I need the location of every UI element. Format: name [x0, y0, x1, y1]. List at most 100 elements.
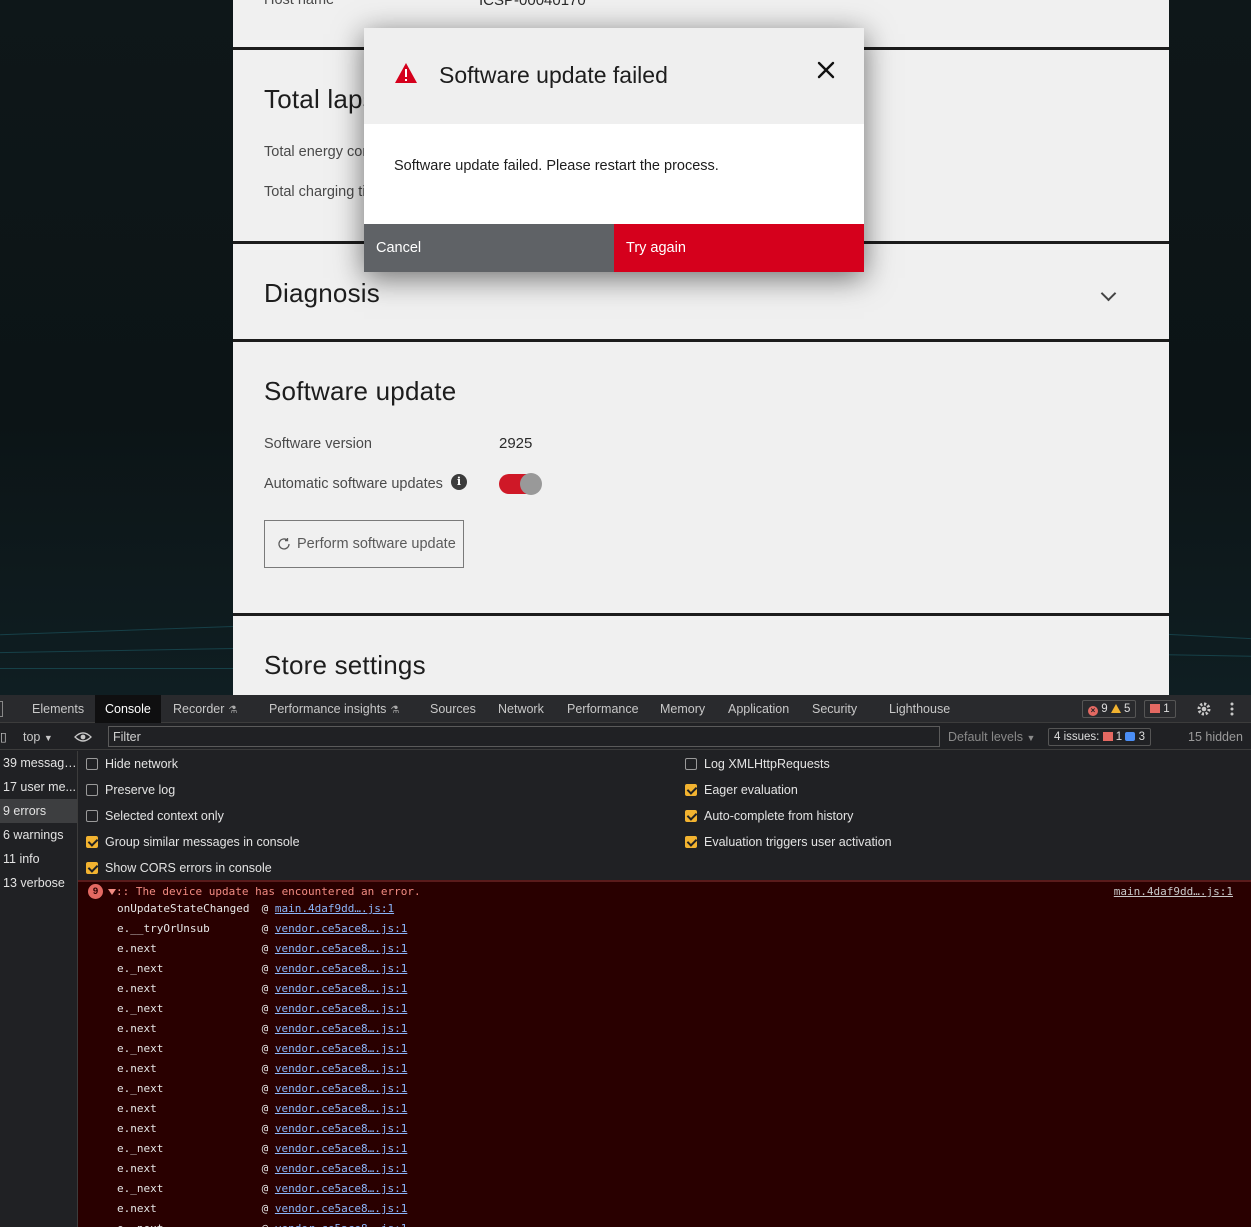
dropdown-icon: ▼ — [43, 733, 53, 743]
devtools-tab-bar: Elements Console Recorder ⚗ Performance i… — [0, 695, 1251, 723]
stack-source-link[interactable]: vendor.ce5ace8….js:1 — [275, 1022, 407, 1035]
checkbox-checked[interactable] — [685, 810, 697, 822]
inspect-element-icon[interactable] — [0, 701, 3, 717]
issue-info-icon — [1125, 732, 1136, 741]
checkbox[interactable] — [86, 784, 98, 796]
stack-separator: @ — [255, 1022, 275, 1035]
sidebar-item-messages[interactable]: 39 messages — [0, 751, 77, 775]
setting-selected-context[interactable]: Selected context only — [86, 803, 224, 829]
setting-label: Hide network — [105, 757, 178, 771]
setting-autocomplete[interactable]: Auto-complete from history — [685, 803, 853, 829]
stack-function-name: onUpdateStateChanged — [117, 902, 250, 915]
checkbox-checked[interactable] — [86, 862, 98, 874]
sidebar-item-user-messages[interactable]: 17 user me... — [0, 775, 77, 799]
stack-source-link[interactable]: vendor.ce5ace8….js:1 — [275, 962, 407, 975]
sidebar-toggle-icon[interactable]: ▯ — [0, 724, 7, 750]
tab-recorder[interactable]: Recorder ⚗ — [163, 695, 247, 723]
stack-separator: @ — [255, 1062, 275, 1075]
stack-source-link[interactable]: vendor.ce5ace8….js:1 — [275, 1002, 407, 1015]
checkbox[interactable] — [685, 758, 697, 770]
issues-counter[interactable]: 1 — [1144, 700, 1176, 718]
try-again-button[interactable]: Try again — [614, 224, 864, 272]
stack-separator: @ — [255, 1042, 275, 1055]
tab-memory[interactable]: Memory — [650, 695, 715, 723]
stack-source-link[interactable]: vendor.ce5ace8….js:1 — [275, 1082, 407, 1095]
page-viewport: Host name ICSP-00040170 Total laps Total… — [0, 0, 1251, 695]
tab-security[interactable]: Security — [802, 695, 867, 723]
more-options-icon[interactable] — [1228, 701, 1236, 717]
setting-group-similar[interactable]: Group similar messages in console — [86, 829, 300, 855]
sidebar-item-errors[interactable]: 9 errors — [0, 799, 77, 823]
checkbox[interactable] — [86, 810, 98, 822]
console-toolbar: ▯ top ▼ Default levels ▼ 4 issues: 1 3 1… — [0, 724, 1251, 750]
stack-separator: @ — [255, 962, 275, 975]
eye-icon[interactable] — [74, 731, 92, 743]
gear-icon[interactable] — [1196, 701, 1212, 717]
issues-label: 4 issues: — [1054, 731, 1100, 743]
error-warning-counter[interactable]: × 9 5 — [1082, 700, 1137, 718]
tab-performance[interactable]: Performance — [557, 695, 649, 723]
log-levels-dropdown[interactable]: Default levels ▼ — [948, 724, 1035, 750]
setting-show-cors[interactable]: Show CORS errors in console — [86, 855, 272, 881]
stack-separator: @ — [255, 1002, 275, 1015]
issues-info-count: 3 — [1138, 731, 1146, 743]
stack-source-link[interactable]: vendor.ce5ace8….js:1 — [275, 1222, 407, 1227]
stack-source-link[interactable]: vendor.ce5ace8….js:1 — [275, 1162, 407, 1175]
filter-input[interactable] — [108, 726, 940, 747]
stack-source-link[interactable]: vendor.ce5ace8….js:1 — [275, 982, 407, 995]
tab-lighthouse[interactable]: Lighthouse — [879, 695, 960, 723]
stack-source-link[interactable]: vendor.ce5ace8….js:1 — [275, 922, 407, 935]
cancel-button[interactable]: Cancel — [364, 224, 614, 272]
setting-eager-evaluation[interactable]: Eager evaluation — [685, 777, 798, 803]
stack-source-link[interactable]: vendor.ce5ace8….js:1 — [275, 1062, 407, 1075]
sidebar-item-warnings[interactable]: 6 warnings — [0, 823, 77, 847]
setting-preserve-log[interactable]: Preserve log — [86, 777, 175, 803]
stack-source-link[interactable]: vendor.ce5ace8….js:1 — [275, 942, 407, 955]
tab-performance-insights[interactable]: Performance insights ⚗ — [259, 695, 409, 723]
stack-frame: e._next @ vendor.ce5ace8….js:1 — [117, 1139, 407, 1159]
tab-sources[interactable]: Sources — [420, 695, 486, 723]
expand-triangle-icon[interactable] — [108, 889, 116, 895]
sidebar-item-info[interactable]: 11 info — [0, 847, 77, 871]
error-source-link[interactable]: main.4daf9dd….js:1 — [1114, 885, 1233, 898]
setting-label: Eager evaluation — [704, 783, 798, 797]
checkbox[interactable] — [86, 758, 98, 770]
stack-separator: @ — [255, 902, 275, 915]
setting-label: Log XMLHttpRequests — [704, 757, 830, 771]
close-icon[interactable] — [814, 58, 838, 82]
error-count: 9 — [1101, 703, 1108, 715]
stack-function-name: e.next — [117, 1162, 157, 1175]
context-selector[interactable]: top ▼ — [23, 724, 53, 750]
setting-eval-triggers[interactable]: Evaluation triggers user activation — [685, 829, 892, 855]
stack-source-link[interactable]: vendor.ce5ace8….js:1 — [275, 1102, 407, 1115]
stack-source-link[interactable]: vendor.ce5ace8….js:1 — [275, 1142, 407, 1155]
stack-source-link[interactable]: vendor.ce5ace8….js:1 — [275, 1182, 407, 1195]
stack-function-name: e.next — [117, 1022, 157, 1035]
stack-source-link[interactable]: main.4daf9dd….js:1 — [275, 902, 394, 915]
setting-log-xhr[interactable]: Log XMLHttpRequests — [685, 751, 830, 777]
stack-source-link[interactable]: vendor.ce5ace8….js:1 — [275, 1202, 407, 1215]
stack-function-name: e.next — [117, 1122, 157, 1135]
log-levels-label: Default levels — [948, 730, 1024, 744]
stack-source-link[interactable]: vendor.ce5ace8….js:1 — [275, 1122, 407, 1135]
tab-performance-insights-label: Performance insights — [269, 702, 387, 716]
issues-error-count: 1 — [1115, 731, 1123, 743]
issues-button[interactable]: 4 issues: 1 3 — [1048, 728, 1152, 746]
stack-separator: @ — [255, 1202, 275, 1215]
sidebar-item-verbose[interactable]: 13 verbose — [0, 871, 77, 895]
console-output: 9 :: The device update has encountered a… — [78, 881, 1251, 1227]
dialog-message: Software update failed. Please restart t… — [394, 158, 719, 174]
setting-hide-network[interactable]: Hide network — [86, 751, 178, 777]
stack-function-name: e._next — [117, 1042, 164, 1055]
checkbox-checked[interactable] — [685, 784, 697, 796]
tab-network[interactable]: Network — [488, 695, 554, 723]
setting-label: Selected context only — [105, 809, 224, 823]
stack-function-name: e.next — [117, 982, 157, 995]
tab-elements[interactable]: Elements — [22, 695, 94, 723]
checkbox-checked[interactable] — [86, 836, 98, 848]
tab-application[interactable]: Application — [718, 695, 799, 723]
tab-console[interactable]: Console — [95, 695, 161, 723]
checkbox-checked[interactable] — [685, 836, 697, 848]
stack-source-link[interactable]: vendor.ce5ace8….js:1 — [275, 1042, 407, 1055]
stack-separator: @ — [255, 1162, 275, 1175]
